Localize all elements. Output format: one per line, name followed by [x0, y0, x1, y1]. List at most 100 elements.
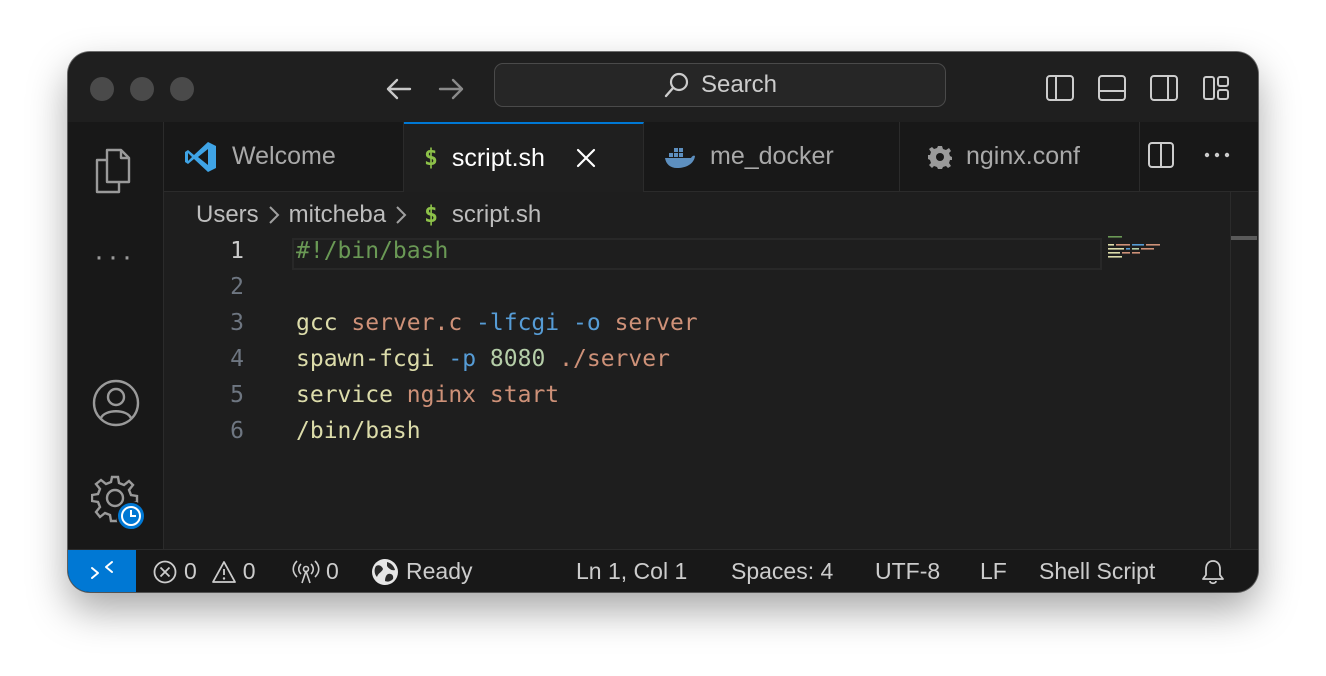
end-of-line-setting[interactable]: LF: [980, 550, 1007, 592]
chevron-right-icon: [394, 204, 408, 226]
forward-arrow-icon[interactable]: [434, 72, 468, 106]
ports-indicator[interactable]: 0: [292, 550, 339, 592]
more-actions-icon[interactable]: [1202, 140, 1232, 170]
line-number: 5: [230, 382, 244, 408]
breadcrumb-script-sh[interactable]: script.sh: [452, 201, 541, 229]
code-token: 8080: [489, 346, 546, 372]
tab-nginx-conf[interactable]: nginx.conf: [900, 122, 1140, 191]
minimap[interactable]: [1108, 235, 1188, 275]
tab-actions: [1146, 140, 1232, 170]
toggle-secondary-sidebar-icon[interactable]: [1148, 72, 1180, 104]
back-arrow-icon[interactable]: [382, 72, 416, 106]
warning-count: 0: [242, 558, 256, 584]
tab-script-sh[interactable]: $ script.sh: [404, 122, 644, 192]
minimize-window-button[interactable]: [130, 77, 154, 101]
code-token: -p: [448, 346, 477, 372]
broadcast-icon: [292, 559, 320, 583]
breadcrumb-users[interactable]: Users: [196, 201, 259, 229]
code-line[interactable]: #!/bin/bash: [296, 238, 448, 264]
editor-tab-bar: Welcome $ script.sh me_docker nginx.conf: [164, 122, 1258, 192]
encoding-setting[interactable]: UTF-8: [875, 550, 940, 592]
gear-icon: [928, 145, 952, 169]
tab-label: me_docker: [710, 142, 834, 170]
explorer-icon[interactable]: [91, 144, 141, 198]
notifications-bell-icon[interactable]: [1200, 550, 1226, 592]
docker-icon: [664, 144, 696, 170]
code-token: nginx: [406, 382, 477, 408]
code-line[interactable]: gcc server.c -lfcgi -o server: [296, 310, 698, 336]
line-number: 4: [230, 346, 244, 372]
more-views-icon[interactable]: ···: [94, 240, 136, 274]
vertical-scrollbar-track: [1230, 191, 1231, 548]
title-bar: Search: [68, 52, 1258, 123]
problems-indicator[interactable]: 0 0: [152, 550, 256, 592]
vscode-window: Search ··· Welcome $ script.sh me_docker…: [68, 52, 1258, 592]
error-icon: [153, 560, 177, 583]
ports-count: 0: [326, 558, 339, 584]
language-mode[interactable]: Shell Script: [1039, 550, 1155, 592]
close-tab-icon[interactable]: [575, 147, 597, 169]
search-label: Search: [700, 71, 778, 98]
breadcrumb: Users mitcheba $ script.sh: [196, 198, 541, 232]
line-number: 1: [230, 238, 244, 264]
tab-me-docker[interactable]: me_docker: [644, 122, 900, 191]
dollar-icon: $: [424, 145, 438, 171]
vscode-logo-icon: [184, 140, 218, 174]
split-editor-icon[interactable]: [1146, 140, 1176, 170]
tab-label: script.sh: [451, 143, 545, 172]
code-editor[interactable]: 1 2 3 4 5 6 #!/bin/bash gcc server.c -lfcgi -o…: [164, 232, 1258, 548]
code-token: -lfcgi: [476, 310, 560, 336]
remote-icon: [91, 560, 113, 579]
code-token: server.c: [351, 310, 463, 336]
code-line[interactable]: service nginx start: [296, 382, 559, 408]
code-token: gcc: [296, 310, 338, 336]
chevron-right-icon: [267, 204, 281, 226]
code-token: /bin/bash: [296, 418, 421, 444]
code-token: -o: [573, 310, 601, 336]
manage-gear-icon[interactable]: [91, 474, 145, 530]
tab-label: nginx.conf: [966, 142, 1080, 170]
ready-label: Ready: [406, 558, 473, 584]
dollar-icon: $: [424, 202, 438, 228]
tab-welcome[interactable]: Welcome: [164, 122, 404, 191]
code-line[interactable]: /bin/bash: [296, 418, 421, 444]
indentation-setting[interactable]: Spaces: 4: [731, 550, 833, 592]
vertical-scrollbar-thumb[interactable]: [1231, 236, 1257, 240]
accounts-icon[interactable]: [91, 378, 141, 428]
remote-indicator-button[interactable]: [68, 550, 136, 592]
customize-layout-icon[interactable]: [1200, 72, 1232, 104]
toggle-panel-icon[interactable]: [1096, 72, 1128, 104]
ready-indicator[interactable]: Ready: [370, 550, 472, 592]
breadcrumb-mitcheba[interactable]: mitcheba: [289, 201, 386, 229]
zoom-window-button[interactable]: [170, 77, 194, 101]
globe-icon: [372, 558, 398, 585]
code-token: start: [489, 382, 560, 408]
search-icon: [664, 72, 689, 98]
line-number: 2: [230, 274, 244, 300]
search-box[interactable]: Search: [494, 63, 946, 107]
line-number: 3: [230, 310, 244, 336]
code-line[interactable]: spawn-fcgi -p 8080 ./server: [296, 346, 670, 372]
close-window-button[interactable]: [90, 77, 114, 101]
code-token: service: [296, 382, 393, 408]
error-count: 0: [184, 558, 197, 584]
code-token: server: [614, 310, 698, 336]
warning-icon: [211, 560, 236, 583]
status-bar: 0 0 0 Ready Ln 1, Col 1 Spaces: 4 UTF-8 …: [68, 549, 1258, 592]
code-token: ./server: [559, 346, 670, 372]
code-token: #!/bin/bash: [296, 238, 449, 264]
cursor-position[interactable]: Ln 1, Col 1: [576, 550, 687, 592]
line-number: 6: [230, 418, 244, 444]
toggle-primary-sidebar-icon[interactable]: [1044, 72, 1076, 104]
activity-bar: ···: [68, 122, 164, 549]
tab-label: Welcome: [232, 142, 336, 170]
